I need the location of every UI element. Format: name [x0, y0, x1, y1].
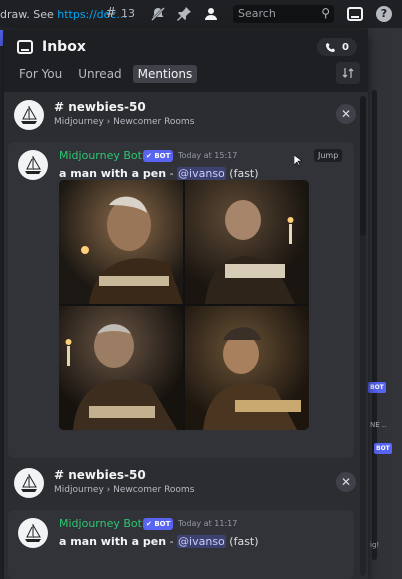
mention-group: # newbies-50 Midjourney › Newcomer Rooms… — [8, 466, 356, 510]
help-icon[interactable]: ? — [376, 6, 392, 22]
channel-name[interactable]: # newbies-50 — [54, 468, 146, 482]
mention-group: # newbies-50 Midjourney › Newcomer Rooms… — [8, 98, 356, 142]
search-input[interactable]: Search ⚲ — [233, 5, 334, 23]
mention-counter[interactable]: 0 — [317, 38, 357, 56]
generated-image[interactable] — [59, 180, 183, 304]
close-icon[interactable]: ✕ — [336, 472, 356, 492]
message-card[interactable]: Midjourney Bot ✔ BOT Today at 15:17 a ma… — [8, 142, 354, 458]
phone-icon — [325, 42, 336, 52]
inbox-scrollbar[interactable] — [360, 96, 366, 576]
sort-icon — [342, 68, 354, 78]
tab-for-you[interactable]: For You — [14, 65, 67, 83]
inbox-title: Inbox — [42, 39, 86, 55]
server-avatar — [14, 100, 44, 130]
bot-avatar[interactable] — [18, 518, 48, 548]
generated-image[interactable] — [185, 306, 309, 430]
mute-notifications-icon[interactable] — [150, 6, 166, 22]
channel-row[interactable]: # newbies-50 Midjourney › Newcomer Rooms… — [8, 98, 356, 142]
prompt-text: a man with a pen — [59, 535, 167, 548]
inbox-header: Inbox 0 For You Unread Mentions — [4, 30, 368, 92]
threads-icon[interactable]: # — [103, 6, 119, 22]
image-grid[interactable] — [59, 180, 309, 430]
close-icon[interactable]: ✕ — [336, 104, 356, 124]
search-placeholder: Search — [238, 7, 276, 20]
user-mention[interactable]: @ivanso — [177, 535, 226, 548]
prompt-text: a man with a pen — [59, 167, 167, 180]
scrollbar-thumb[interactable] — [360, 96, 366, 236]
member-list-icon[interactable] — [203, 6, 219, 22]
message-content: a man with a pen - @ivanso (fast) — [59, 535, 259, 548]
bot-tag: ✔ BOT — [143, 150, 174, 162]
selection-indicator — [0, 30, 3, 46]
message-card[interactable]: Midjourney Bot ✔ BOT Today at 11:17 a ma… — [8, 510, 354, 579]
message-author[interactable]: Midjourney Bot — [59, 149, 142, 162]
channel-path: Midjourney › Newcomer Rooms — [54, 485, 195, 495]
mode-text: (fast) — [229, 535, 259, 548]
message-content: a man with a pen - @ivanso (fast) — [59, 167, 259, 180]
background-scrollbar[interactable] — [372, 90, 377, 560]
topic-text: draw. See — [0, 8, 58, 21]
server-avatar — [14, 468, 44, 498]
message-timestamp: Today at 11:17 — [178, 519, 238, 528]
channel-header: draw. See https://doc... # 13 Search ⚲ ? — [0, 0, 402, 28]
pinned-messages-icon[interactable] — [176, 6, 192, 22]
message-author[interactable]: Midjourney Bot — [59, 517, 142, 530]
inbox-icon[interactable] — [347, 7, 363, 21]
mouse-cursor-icon — [294, 155, 302, 167]
mention-count: 0 — [342, 41, 349, 53]
background-bot-tag: BOT — [368, 382, 386, 393]
tab-mentions[interactable]: Mentions — [132, 65, 198, 83]
background-text: ig! — [370, 541, 380, 549]
thread-count: 13 — [121, 7, 135, 20]
bot-tag: ✔ BOT — [143, 518, 174, 530]
user-mention[interactable]: @ivanso — [177, 167, 226, 180]
background-text: NE .. — [370, 421, 387, 429]
generated-image[interactable] — [185, 180, 309, 304]
message-timestamp: Today at 15:17 — [178, 151, 238, 160]
channel-path: Midjourney › Newcomer Rooms — [54, 117, 195, 127]
app-root: draw. See https://doc... # 13 Search ⚲ ?… — [0, 0, 402, 579]
inbox-panel: Inbox 0 For You Unread Mentions # newbie… — [4, 30, 368, 579]
inbox-tabs: For You Unread Mentions — [14, 65, 198, 83]
mode-text: (fast) — [229, 167, 259, 180]
channel-name[interactable]: # newbies-50 — [54, 100, 146, 114]
background-bot-tag: BOT — [374, 443, 392, 454]
search-icon: ⚲ — [321, 6, 330, 20]
sort-button[interactable] — [336, 62, 360, 84]
jump-button[interactable]: Jump — [314, 149, 343, 162]
inbox-icon — [17, 40, 33, 54]
channel-row[interactable]: # newbies-50 Midjourney › Newcomer Rooms… — [8, 466, 356, 510]
tab-unread[interactable]: Unread — [73, 65, 126, 83]
generated-image[interactable] — [59, 306, 183, 430]
bot-avatar[interactable] — [18, 150, 48, 180]
